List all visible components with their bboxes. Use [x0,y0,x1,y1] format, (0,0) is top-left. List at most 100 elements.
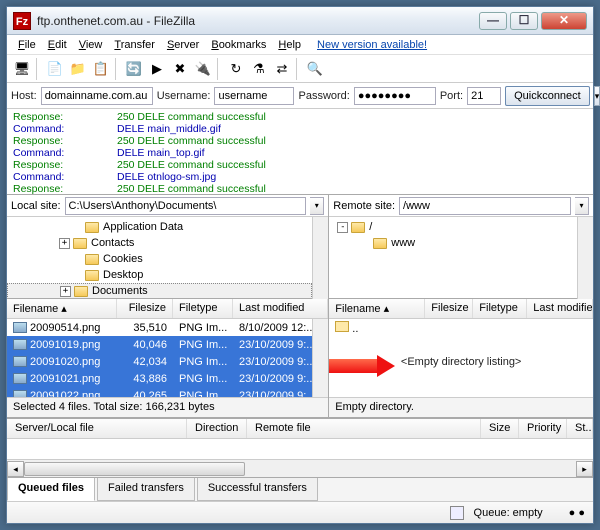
host-input[interactable] [41,87,153,105]
remote-pane: Remote site: ▾ -/www Filename ▴ Filesize… [329,195,593,417]
list-item[interactable]: 20091021.png43,886PNG Im...23/10/2009 9:… [7,370,312,387]
list-item[interactable]: 20091019.png40,046PNG Im...23/10/2009 9:… [7,336,312,353]
local-path-dropdown[interactable]: ▾ [310,197,324,215]
qcol-priority[interactable]: Priority [519,419,567,438]
queue-list[interactable] [7,439,593,459]
col-lastmod[interactable]: Last modified [527,299,593,318]
maximize-button[interactable]: ☐ [510,12,538,30]
empty-listing-text: <Empty directory listing> [329,336,593,368]
col-filesize[interactable]: Filesize [117,299,173,318]
local-status: Selected 4 files. Total size: 166,231 by… [7,397,328,417]
tree-node[interactable]: Application Data [7,219,312,235]
tree-node[interactable]: -/ [329,219,577,235]
local-path-input[interactable] [65,197,307,215]
password-input[interactable] [354,87,436,105]
process-queue-icon[interactable]: ▶ [146,58,168,80]
col-filetype[interactable]: Filetype [473,299,527,318]
queue-hscrollbar[interactable]: ◂ ▸ [7,459,593,477]
tab-failed[interactable]: Failed transfers [97,478,195,501]
message-log[interactable]: Response:250 DELE command successfulComm… [7,109,593,195]
quickconnect-button[interactable]: Quickconnect [505,86,590,106]
activity-indicator: ● ● [569,507,585,519]
title-bar[interactable]: Fz ftp.onthenet.com.au - FileZilla — ☐ ✕ [7,7,593,35]
remote-path-input[interactable] [399,197,571,215]
col-lastmod[interactable]: Last modified [233,299,328,318]
expand-icon[interactable]: + [60,286,71,297]
folder-icon [85,222,99,233]
col-filesize[interactable]: Filesize [425,299,473,318]
toolbar: 🖥 📄 📁 📋 🔄 ▶ ✖ 🔌 ↻ ⚗ ⇄ 🔍 [7,55,593,83]
folder-icon [85,270,99,281]
remote-site-label: Remote site: [333,200,395,212]
col-filetype[interactable]: Filetype [173,299,233,318]
local-list-scrollbar[interactable] [312,319,328,397]
compare-icon[interactable]: ⇄ [271,58,293,80]
toggle-tree-icon[interactable]: 📁 [67,58,89,80]
menu-transfer[interactable]: Transfer [109,38,160,52]
port-input[interactable] [467,87,501,105]
local-tree[interactable]: Application Data+ContactsCookiesDesktop+… [7,217,312,299]
qcol-status[interactable]: St.. [567,419,593,438]
tree-node[interactable]: +Contacts [7,235,312,251]
scroll-right-button[interactable]: ▸ [576,461,593,477]
queue-header[interactable]: Server/Local file Direction Remote file … [7,419,593,439]
tab-queued[interactable]: Queued files [7,478,95,501]
tree-node[interactable]: www [329,235,577,251]
local-file-list[interactable]: 20090514.png35,510PNG Im...8/10/2009 12:… [7,319,312,397]
minimize-button[interactable]: — [479,12,507,30]
folder-icon [73,238,87,249]
scroll-left-button[interactable]: ◂ [7,461,24,477]
col-filename[interactable]: Filename ▴ [329,299,425,318]
qcol-remote[interactable]: Remote file [247,419,481,438]
status-bar: Queue: empty ● ● [7,501,593,523]
list-item-updir[interactable]: .. [329,319,593,336]
expand-icon[interactable]: - [337,222,348,233]
toggle-log-icon[interactable]: 📄 [44,58,66,80]
local-site-label: Local site: [11,200,61,212]
list-item[interactable]: 20091020.png42,034PNG Im...23/10/2009 9:… [7,353,312,370]
qcol-server[interactable]: Server/Local file [7,419,187,438]
qcol-size[interactable]: Size [481,419,519,438]
close-button[interactable]: ✕ [541,12,587,30]
remote-tree-scrollbar[interactable] [577,217,593,299]
new-version-link[interactable]: New version available! [312,38,432,52]
qcol-direction[interactable]: Direction [187,419,247,438]
expand-icon[interactable]: + [59,238,70,249]
local-list-header[interactable]: Filename ▴ Filesize Filetype Last modifi… [7,299,328,319]
disconnect-icon[interactable]: 🔌 [192,58,214,80]
list-item[interactable]: 20090514.png35,510PNG Im...8/10/2009 12:… [7,319,312,336]
col-filename[interactable]: Filename ▴ [7,299,117,318]
search-icon[interactable]: 🔍 [304,58,326,80]
menu-help[interactable]: Help [273,38,306,52]
tree-node[interactable]: Desktop [7,267,312,283]
local-tree-scrollbar[interactable] [312,217,328,299]
quickconnect-bar: Host: Username: Password: Port: Quickcon… [7,83,593,109]
menu-edit[interactable]: Edit [43,38,72,52]
refresh-icon[interactable]: 🔄 [123,58,145,80]
remote-path-dropdown[interactable]: ▾ [575,197,589,215]
remote-tree[interactable]: -/www [329,217,577,299]
file-icon [13,339,27,350]
tree-node[interactable]: Cookies [7,251,312,267]
menu-view[interactable]: View [74,38,108,52]
cancel-icon[interactable]: ✖ [169,58,191,80]
tab-success[interactable]: Successful transfers [197,478,318,501]
scroll-thumb[interactable] [24,462,245,476]
tree-node[interactable]: +Documents [7,283,312,299]
remote-list-header[interactable]: Filename ▴ Filesize Filetype Last modifi… [329,299,593,319]
menu-bookmarks[interactable]: Bookmarks [206,38,271,52]
folder-icon [373,238,387,249]
toggle-queue-icon[interactable]: 📋 [90,58,112,80]
remote-file-list[interactable]: .. <Empty directory listing> [329,319,593,397]
sitemanager-icon[interactable]: 🖥 [11,58,33,80]
reconnect-icon[interactable]: ↻ [225,58,247,80]
port-label: Port: [440,90,463,102]
menu-server[interactable]: Server [162,38,204,52]
username-input[interactable] [214,87,294,105]
quickconnect-history-dropdown[interactable]: ▾ [594,86,600,106]
menu-file[interactable]: File [13,38,41,52]
transfer-queue: Server/Local file Direction Remote file … [7,417,593,477]
filter-icon[interactable]: ⚗ [248,58,270,80]
list-item[interactable]: 20091022.png40,265PNG Im...23/10/2009 9:… [7,387,312,397]
window-title: ftp.onthenet.com.au - FileZilla [37,14,479,28]
